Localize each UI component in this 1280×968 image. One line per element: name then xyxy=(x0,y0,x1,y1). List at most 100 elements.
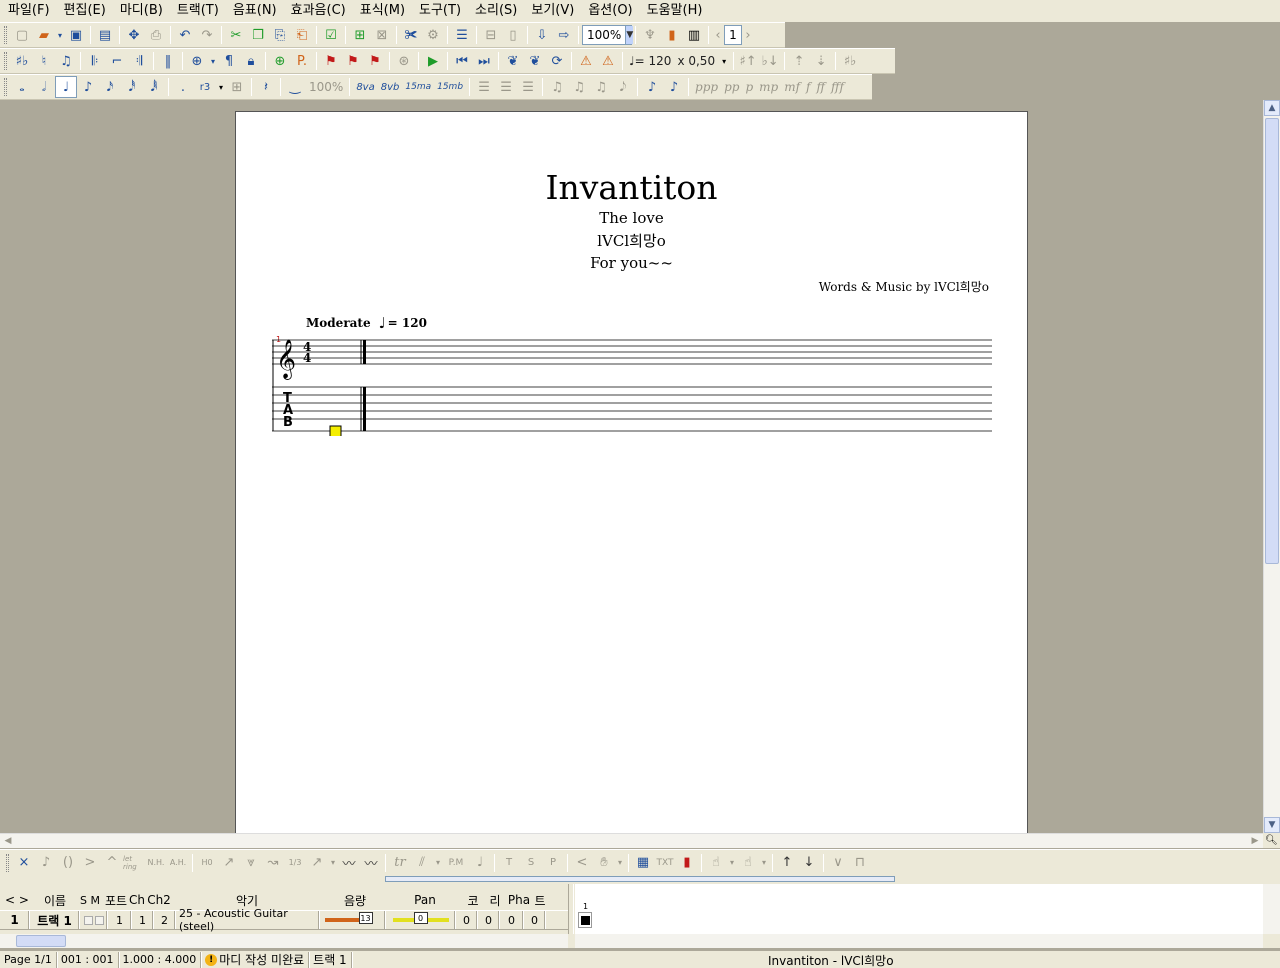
overview-measure-cell[interactable] xyxy=(578,912,592,928)
slide-icon[interactable]: ↝ xyxy=(262,852,284,874)
dynamic-fff-button[interactable]: fff xyxy=(828,80,847,94)
velocity-percent[interactable]: 100% xyxy=(306,80,346,94)
scroll-right-icon[interactable]: ▶ xyxy=(1247,834,1263,848)
metronome-off-icon[interactable]: ⊛ xyxy=(393,50,415,72)
bookmark-prev-icon[interactable]: ⚑ xyxy=(364,50,386,72)
scroll-left-icon[interactable]: ◀ xyxy=(0,834,16,848)
footprint-double-icon[interactable]: ❦ xyxy=(524,50,546,72)
artificial-harmonic-button[interactable]: A.H. xyxy=(167,852,189,874)
toolbar-grip[interactable] xyxy=(4,78,7,96)
tuplet-dropdown-icon[interactable]: ▾ xyxy=(216,76,226,98)
natural-harmonic-button[interactable]: N.H. xyxy=(145,852,167,874)
page-setup-icon[interactable]: ✥ xyxy=(123,24,145,46)
dynamic-mp-button[interactable]: mp xyxy=(756,80,781,94)
edit-cursor[interactable] xyxy=(329,425,342,436)
dynamic-mf-button[interactable]: mf xyxy=(781,80,803,94)
redo-icon[interactable]: ↷ xyxy=(196,24,218,46)
track-info-scrollbar[interactable] xyxy=(0,934,568,948)
menu-help[interactable]: 도움말(H) xyxy=(643,1,707,21)
alternate-ending-icon[interactable]: ⌐ xyxy=(106,50,128,72)
play-icon[interactable]: ▶ xyxy=(422,50,444,72)
chevron-down-icon[interactable]: ▼ xyxy=(625,26,634,44)
magnifier-icon[interactable]: 🔍︎ xyxy=(1263,833,1280,848)
brush-up-icon[interactable]: ↑ xyxy=(776,852,798,874)
beam-break-icon[interactable]: ♫ xyxy=(590,76,612,98)
bookmark-red-icon[interactable]: ⚑ xyxy=(320,50,342,72)
menu-view[interactable]: 보기(V) xyxy=(527,1,578,21)
menu-effects[interactable]: 효과음(C) xyxy=(287,1,350,21)
open-dropdown-icon[interactable]: ▾ xyxy=(55,24,65,46)
score-album[interactable]: For you~~ xyxy=(236,254,1027,272)
tremolo-picking-icon[interactable]: ⫽ xyxy=(411,852,433,874)
countdown-icon[interactable]: ⚠ xyxy=(597,50,619,72)
insert-bar-icon[interactable]: ⊞ xyxy=(349,24,371,46)
dynamic-ff-button[interactable]: ff xyxy=(814,80,829,94)
tempo-display[interactable]: ♩= 120 xyxy=(626,54,674,68)
new-file-icon[interactable]: ▢ xyxy=(11,24,33,46)
paste-icon[interactable]: ⎘ xyxy=(269,24,291,46)
menu-markers[interactable]: 표식(M) xyxy=(356,1,409,21)
paste-special-icon[interactable]: ⎗ xyxy=(291,24,313,46)
brush-down-icon[interactable]: ↓ xyxy=(798,852,820,874)
scroll-thumb[interactable] xyxy=(16,935,66,947)
score-subtitle[interactable]: The love xyxy=(236,209,1027,227)
scroll-up-icon[interactable]: ▲ xyxy=(1264,100,1280,116)
quarter-note-icon[interactable]: ♩ xyxy=(55,76,77,98)
toolbar-grip[interactable] xyxy=(4,26,7,44)
slide-out-icon[interactable]: ↗ xyxy=(306,852,328,874)
ghost-note-icon[interactable]: () xyxy=(57,852,79,874)
fade-in-button[interactable]: < xyxy=(571,852,593,874)
next-page-icon[interactable]: › xyxy=(742,24,754,46)
upstroke-icon[interactable]: ∨ xyxy=(827,852,849,874)
status-warning[interactable]: ! 마디 작성 미완료 xyxy=(201,951,310,968)
auto-beam-icon[interactable]: ♫ xyxy=(546,76,568,98)
track-nav-arrows[interactable]: < > xyxy=(0,893,34,907)
score-title[interactable]: Invantiton xyxy=(236,168,1027,207)
right-hand-dropdown-icon[interactable]: ▾ xyxy=(759,852,769,874)
score-credit[interactable]: Words & Music by lVCl희망o xyxy=(819,278,989,295)
left-hand-fingering-icon[interactable]: ☝︎ xyxy=(705,852,727,874)
transpose-up-icon[interactable]: ♯↑ xyxy=(737,50,759,72)
solo-toggle[interactable] xyxy=(83,915,93,925)
thirty-second-note-icon[interactable]: 𝅘𝅥𝅰 xyxy=(121,76,143,98)
pickstroke-icon[interactable]: ✋︎ xyxy=(593,852,615,874)
fretboard-icon[interactable]: ♆ xyxy=(639,24,661,46)
hammer-on-button[interactable]: H0 xyxy=(196,852,218,874)
trill-button[interactable]: tr xyxy=(389,852,411,874)
lock-icon[interactable]: 🔒︎ xyxy=(240,50,262,72)
transpose-down-icon[interactable]: ♭↓ xyxy=(759,50,781,72)
page-input[interactable]: 1 xyxy=(724,25,742,45)
half-note-icon[interactable]: 𝅗𝅥 xyxy=(33,76,55,98)
copy-icon[interactable]: ❐ xyxy=(247,24,269,46)
toolbar-grip[interactable] xyxy=(6,853,9,872)
downstroke-icon[interactable]: ⊓ xyxy=(849,852,871,874)
undo-icon[interactable]: ↶ xyxy=(174,24,196,46)
track-name[interactable]: 트랙 1 xyxy=(30,911,80,929)
pan-slider[interactable]: 0 xyxy=(392,912,449,924)
document-horizontal-scrollbar[interactable]: ◀ ▶ xyxy=(0,833,1263,848)
triplet-feel-icon[interactable]: ♫ xyxy=(55,50,77,72)
menu-options[interactable]: 옵션(O) xyxy=(584,1,636,21)
whole-note-icon[interactable]: 𝅝 xyxy=(11,76,33,98)
mute-toggle[interactable] xyxy=(94,915,104,925)
track-port[interactable]: 1 xyxy=(108,911,132,929)
track-channel2[interactable]: 2 xyxy=(154,911,176,929)
octave-8vb-button[interactable]: 8vb xyxy=(378,82,403,93)
beam-full-icon[interactable]: ☰ xyxy=(473,76,495,98)
piano-keyboard-icon[interactable]: ▥ xyxy=(683,24,705,46)
vibrato-icon[interactable]: 〰 xyxy=(338,852,360,874)
staccato-icon[interactable]: ♩ xyxy=(469,852,491,874)
track-tremolo[interactable]: 0 xyxy=(524,911,546,929)
delete-bar-icon[interactable]: ⊠ xyxy=(371,24,393,46)
add-section-icon[interactable]: ⊕ xyxy=(269,50,291,72)
properties-icon[interactable]: ▤ xyxy=(94,24,116,46)
vibrato-bar-icon[interactable]: ⩔ xyxy=(240,852,262,874)
slide-dropdown-icon[interactable]: ▾ xyxy=(328,852,338,874)
pan-knob[interactable]: 0 xyxy=(413,912,428,924)
metronome-icon[interactable]: ⚠ xyxy=(575,50,597,72)
document-vertical-scrollbar[interactable]: ▲ ▼ xyxy=(1263,100,1280,833)
repeat-open-icon[interactable]: 𝄆 xyxy=(84,50,106,72)
vertical-layout-icon[interactable]: ⇩ xyxy=(531,24,553,46)
heavy-accent-icon[interactable]: ^ xyxy=(101,852,123,874)
auto-stem-icon[interactable]: ♪ xyxy=(641,76,663,98)
